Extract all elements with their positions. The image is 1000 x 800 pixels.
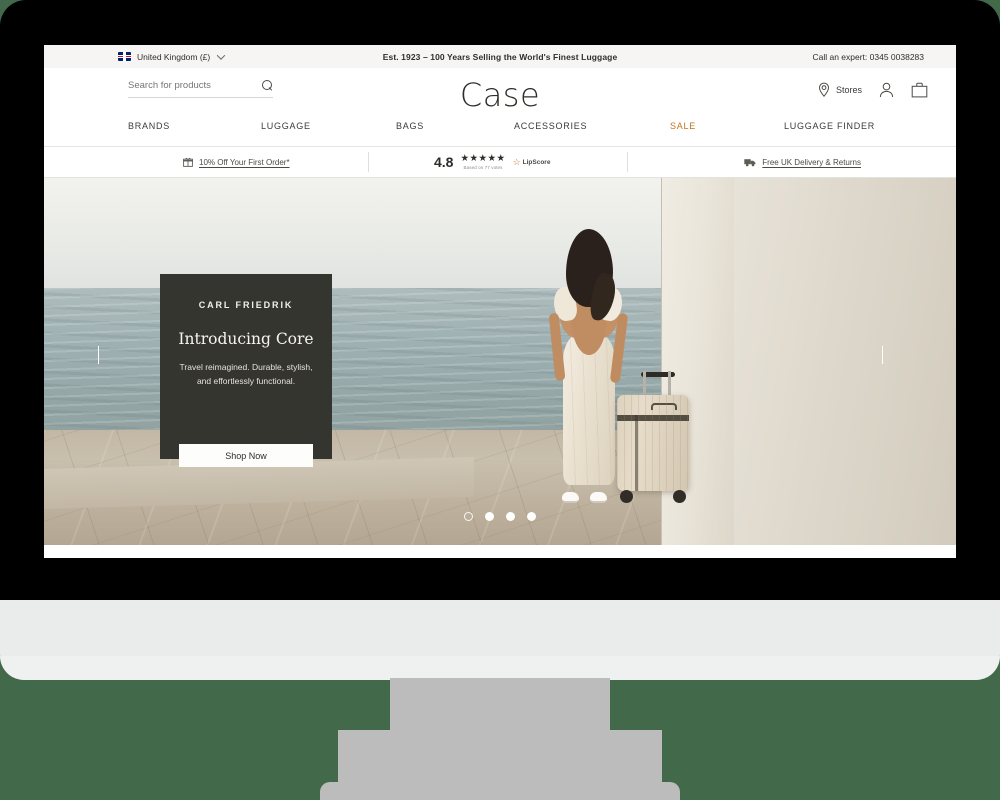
chevron-left-icon xyxy=(98,346,99,364)
site-header: Case Stores xyxy=(44,68,956,121)
truck-icon xyxy=(744,158,756,166)
hero-carousel: CARL FRIEDRIK Introducing Core Travel re… xyxy=(44,178,956,545)
nav-item-sale[interactable]: SALE xyxy=(670,121,696,131)
carousel-dot-3[interactable] xyxy=(506,512,515,521)
user-icon[interactable] xyxy=(879,82,894,98)
monitor-stand-base xyxy=(320,782,680,800)
usp-divider xyxy=(627,152,628,172)
monitor-frame: United Kingdom (£) Est. 1923 – 100 Years… xyxy=(0,0,1000,680)
monitor-chin xyxy=(0,600,1000,680)
rating-block[interactable]: 4.8 ★★★★★ Based on 77 votes ☆ LipScore xyxy=(434,154,550,170)
nav-item-accessories[interactable]: ACCESSORIES xyxy=(514,121,587,131)
usp-first-order-label[interactable]: 10% Off Your First Order* xyxy=(199,158,290,167)
suitcase-top-handle xyxy=(651,403,677,410)
main-navigation: BRANDS LUGGAGE BAGS ACCESSORIES SALE LUG… xyxy=(44,121,956,147)
model-dress xyxy=(563,333,615,485)
page-bottom-edge xyxy=(44,551,956,558)
rating-score: 4.8 xyxy=(434,154,454,170)
carousel-dot-1[interactable] xyxy=(464,512,473,521)
carousel-dot-4[interactable] xyxy=(527,512,536,521)
nav-item-luggage[interactable]: LUGGAGE xyxy=(261,121,311,131)
stores-link[interactable]: Stores xyxy=(817,82,862,98)
hero-promo-card: CARL FRIEDRIK Introducing Core Travel re… xyxy=(160,274,332,459)
usp-divider xyxy=(368,152,369,172)
carousel-next-button[interactable] xyxy=(882,346,904,377)
usp-first-order-offer[interactable]: 10% Off Your First Order* xyxy=(183,157,290,167)
rating-stars: ★★★★★ xyxy=(460,153,506,165)
header-actions: Stores xyxy=(817,82,928,98)
hero-card-subtitle: Travel reimagined. Durable, stylish, and… xyxy=(179,362,313,387)
location-pin-icon xyxy=(818,82,829,97)
usp-bar: 10% Off Your First Order* 4.8 ★★★★★ Base… xyxy=(44,147,956,178)
lipscore-star-icon: ☆ xyxy=(512,156,521,167)
carousel-dots xyxy=(44,512,956,521)
shop-now-button[interactable]: Shop Now xyxy=(179,444,313,467)
nav-item-luggage-finder[interactable]: LUGGAGE FINDER xyxy=(784,121,875,131)
nav-item-brands[interactable]: BRANDS xyxy=(128,121,170,131)
suitcase-wheel xyxy=(620,490,633,503)
hero-card-title: Introducing Core xyxy=(178,330,314,348)
monitor-stand-neck xyxy=(390,678,662,788)
model-shoe-left xyxy=(562,492,579,503)
chevron-right-icon xyxy=(882,346,883,364)
hero-card-brand: CARL FRIEDRIK xyxy=(198,300,294,310)
lipscore-label: LipScore xyxy=(522,158,551,166)
usp-delivery-label[interactable]: Free UK Delivery & Returns xyxy=(762,158,861,167)
browser-screen: United Kingdom (£) Est. 1923 – 100 Years… xyxy=(44,45,956,558)
gift-icon xyxy=(183,157,193,167)
stores-label: Stores xyxy=(835,85,862,95)
suitcase-bag-icon[interactable] xyxy=(911,82,928,98)
announcement-bar: United Kingdom (£) Est. 1923 – 100 Years… xyxy=(44,45,956,68)
usp-delivery-returns[interactable]: Free UK Delivery & Returns xyxy=(744,158,861,167)
carousel-dot-2[interactable] xyxy=(485,512,494,521)
nav-item-bags[interactable]: BAGS xyxy=(396,121,424,131)
expert-phone-link[interactable]: Call an expert: 0345 0038283 xyxy=(812,52,924,62)
carousel-prev-button[interactable] xyxy=(98,346,120,377)
suitcase-telescopic-poles xyxy=(643,371,671,397)
suitcase-divider xyxy=(635,415,638,491)
hero-suitcase xyxy=(617,371,689,505)
suitcase-stripe xyxy=(617,415,689,421)
rating-votes: Based on 77 votes xyxy=(463,164,503,170)
suitcase-body xyxy=(617,395,689,491)
model-shoe-right xyxy=(590,492,607,503)
lipscore-badge[interactable]: ☆ LipScore xyxy=(513,157,551,168)
suitcase-wheel xyxy=(673,490,686,503)
